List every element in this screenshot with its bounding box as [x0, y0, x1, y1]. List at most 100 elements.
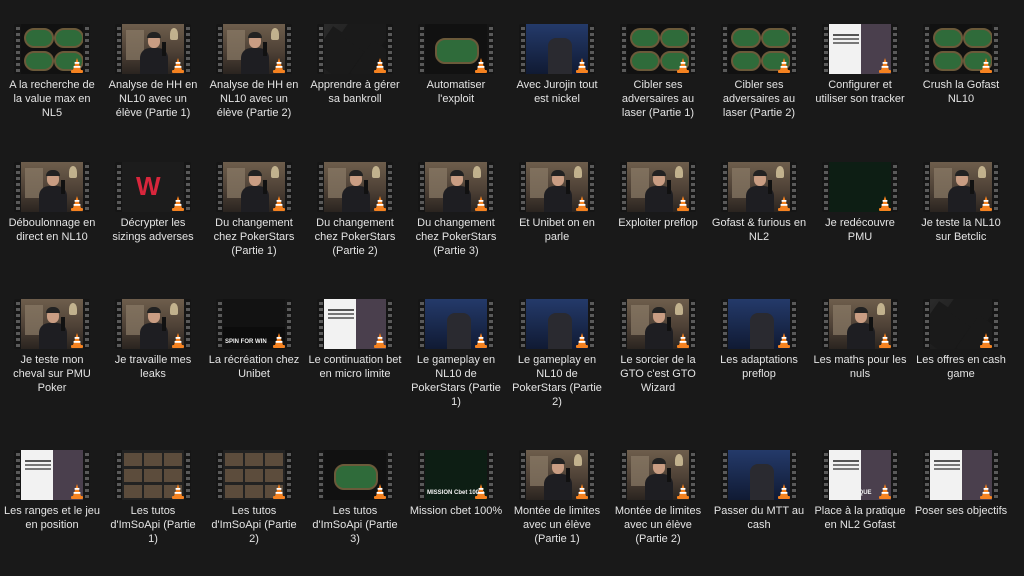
film-perforation [386, 24, 393, 74]
video-file-name: Poser ses objectifs [914, 505, 1008, 517]
video-file-item[interactable]: Les adaptations preflop [707, 297, 807, 425]
film-perforation [519, 24, 526, 74]
video-file-name: Je travaille mes leaks [114, 354, 192, 380]
video-file-name: Automatiser l'exploit [426, 79, 486, 105]
video-file-name: A la recherche de la value max en NL5 [9, 79, 95, 119]
film-perforation [689, 450, 696, 500]
film-perforation [418, 24, 425, 74]
video-file-item[interactable]: Cibler ses adversaires au laser (Partie … [606, 22, 706, 150]
film-perforation [992, 299, 999, 349]
film-perforation [216, 299, 223, 349]
film-perforation [721, 162, 728, 212]
film-perforation [386, 450, 393, 500]
film-perforation [689, 24, 696, 74]
video-file-name: Passer du MTT au cash [713, 505, 805, 531]
video-file-name: Les tutos d'ImSoApi (Partie 1) [110, 505, 196, 545]
vlc-cone-icon [273, 333, 285, 348]
video-file-name: Déboulonnage en direct en NL10 [8, 217, 96, 243]
film-perforation [923, 162, 930, 212]
video-file-item[interactable]: MISSION Cbet 100% Mission cbet 100% [404, 448, 504, 576]
film-perforation [487, 450, 494, 500]
video-file-item[interactable]: Apprendre à gérer sa bankroll [303, 22, 403, 150]
film-perforation [588, 299, 595, 349]
vlc-cone-icon [172, 58, 184, 73]
film-perforation [184, 299, 191, 349]
video-file-item[interactable]: Et Unibet on en parle [505, 160, 605, 288]
video-file-item[interactable]: Je travaille mes leaks [101, 297, 201, 425]
film-perforation [115, 162, 122, 212]
film-perforation [115, 450, 122, 500]
film-perforation [721, 299, 728, 349]
video-file-item[interactable]: Les ranges et le jeu en position [0, 448, 100, 576]
vlc-cone-icon [576, 484, 588, 499]
video-file-item[interactable]: Le continuation bet en micro limite [303, 297, 403, 425]
vlc-cone-icon [576, 196, 588, 211]
video-file-item[interactable]: Du changement chez PokerStars (Partie 1) [202, 160, 302, 288]
video-file-item[interactable]: Analyse de HH en NL10 avec un élève (Par… [202, 22, 302, 150]
video-file-item[interactable]: Je teste la NL10 sur Betclic [909, 160, 1009, 288]
video-file-item[interactable]: Je redécouvre PMU [808, 160, 908, 288]
video-file-item[interactable]: Montée de limites avec un élève (Partie … [505, 448, 605, 576]
video-file-name: Les offres en cash game [916, 354, 1006, 380]
film-perforation [418, 299, 425, 349]
vlc-cone-icon [879, 196, 891, 211]
film-perforation [83, 450, 90, 500]
video-file-name: La récréation chez Unibet [208, 354, 300, 380]
film-perforation [891, 299, 898, 349]
video-file-item[interactable]: Le sorcier de la GTO c'est GTO Wizard [606, 297, 706, 425]
video-file-item[interactable]: Du changement chez PokerStars (Partie 3) [404, 160, 504, 288]
vlc-cone-icon [374, 484, 386, 499]
video-file-item[interactable]: Les tutos d'ImSoApi (Partie 3) [303, 448, 403, 576]
video-file-item[interactable]: Analyse de HH en NL10 avec un élève (Par… [101, 22, 201, 150]
video-file-item[interactable]: Automatiser l'exploit [404, 22, 504, 150]
video-file-item[interactable]: Les offres en cash game [909, 297, 1009, 425]
video-file-item[interactable]: Montée de limites avec un élève (Partie … [606, 448, 706, 576]
video-file-item[interactable]: Crush la Gofast NL10 [909, 22, 1009, 150]
video-file-item[interactable]: A la recherche de la value max en NL5 [0, 22, 100, 150]
video-file-name: Mission cbet 100% [409, 505, 503, 517]
video-file-item[interactable]: Le gameplay en NL10 de PokerStars (Parti… [404, 297, 504, 425]
film-perforation [14, 299, 21, 349]
film-perforation [721, 450, 728, 500]
video-file-item[interactable]: Passer du MTT au cash [707, 448, 807, 576]
video-file-name: Les tutos d'ImSoApi (Partie 3) [312, 505, 398, 545]
video-file-item[interactable]: Avec Jurojin tout est nickel [505, 22, 605, 150]
video-file-item[interactable]: Déboulonnage en direct en NL10 [0, 160, 100, 288]
video-file-item[interactable]: Poser ses objectifs [909, 448, 1009, 576]
film-perforation [317, 24, 324, 74]
vlc-cone-icon [71, 484, 83, 499]
video-file-item[interactable]: Exploiter preflop [606, 160, 706, 288]
video-file-item[interactable]: Cibler ses adversaires au laser (Partie … [707, 22, 807, 150]
film-perforation [418, 162, 425, 212]
film-perforation [822, 299, 829, 349]
thumbnail-badge-text: EN PRATIQUE [831, 490, 872, 496]
video-file-item[interactable]: Les tutos d'ImSoApi (Partie 2) [202, 448, 302, 576]
film-perforation [588, 162, 595, 212]
film-perforation [519, 162, 526, 212]
film-perforation [689, 299, 696, 349]
film-perforation [923, 299, 930, 349]
video-thumbnail-grid: A la recherche de la value max en NL5 Ana… [0, 0, 1024, 560]
vlc-cone-icon [677, 484, 689, 499]
film-perforation [822, 162, 829, 212]
video-file-item[interactable]: Les tutos d'ImSoApi (Partie 1) [101, 448, 201, 576]
video-file-item[interactable]: SPIN FOR WIN La récréation chez Unibet [202, 297, 302, 425]
vlc-cone-icon [879, 484, 891, 499]
video-file-item[interactable]: Gofast & furious en NL2 [707, 160, 807, 288]
video-file-item[interactable]: Configurer et utiliser son tracker [808, 22, 908, 150]
video-file-item[interactable]: Du changement chez PokerStars (Partie 2) [303, 160, 403, 288]
film-perforation [285, 162, 292, 212]
video-file-item[interactable]: W Décrypter les sizings adverses [101, 160, 201, 288]
video-file-item[interactable]: EN PRATIQUE Place à la pratique en NL2 Go… [808, 448, 908, 576]
video-file-name: Je teste mon cheval sur PMU Poker [13, 354, 91, 394]
video-file-item[interactable]: Les maths pour les nuls [808, 297, 908, 425]
film-perforation [386, 299, 393, 349]
video-file-item[interactable]: Je teste mon cheval sur PMU Poker [0, 297, 100, 425]
video-file-name: Gofast & furious en NL2 [711, 217, 807, 243]
film-perforation [620, 450, 627, 500]
video-file-item[interactable]: Le gameplay en NL10 de PokerStars (Parti… [505, 297, 605, 425]
video-file-name: Du changement chez PokerStars (Partie 2) [314, 217, 396, 257]
film-perforation [891, 162, 898, 212]
video-file-name: Cibler ses adversaires au laser (Partie … [722, 79, 796, 119]
video-file-name: Le continuation bet en micro limite [308, 354, 402, 380]
